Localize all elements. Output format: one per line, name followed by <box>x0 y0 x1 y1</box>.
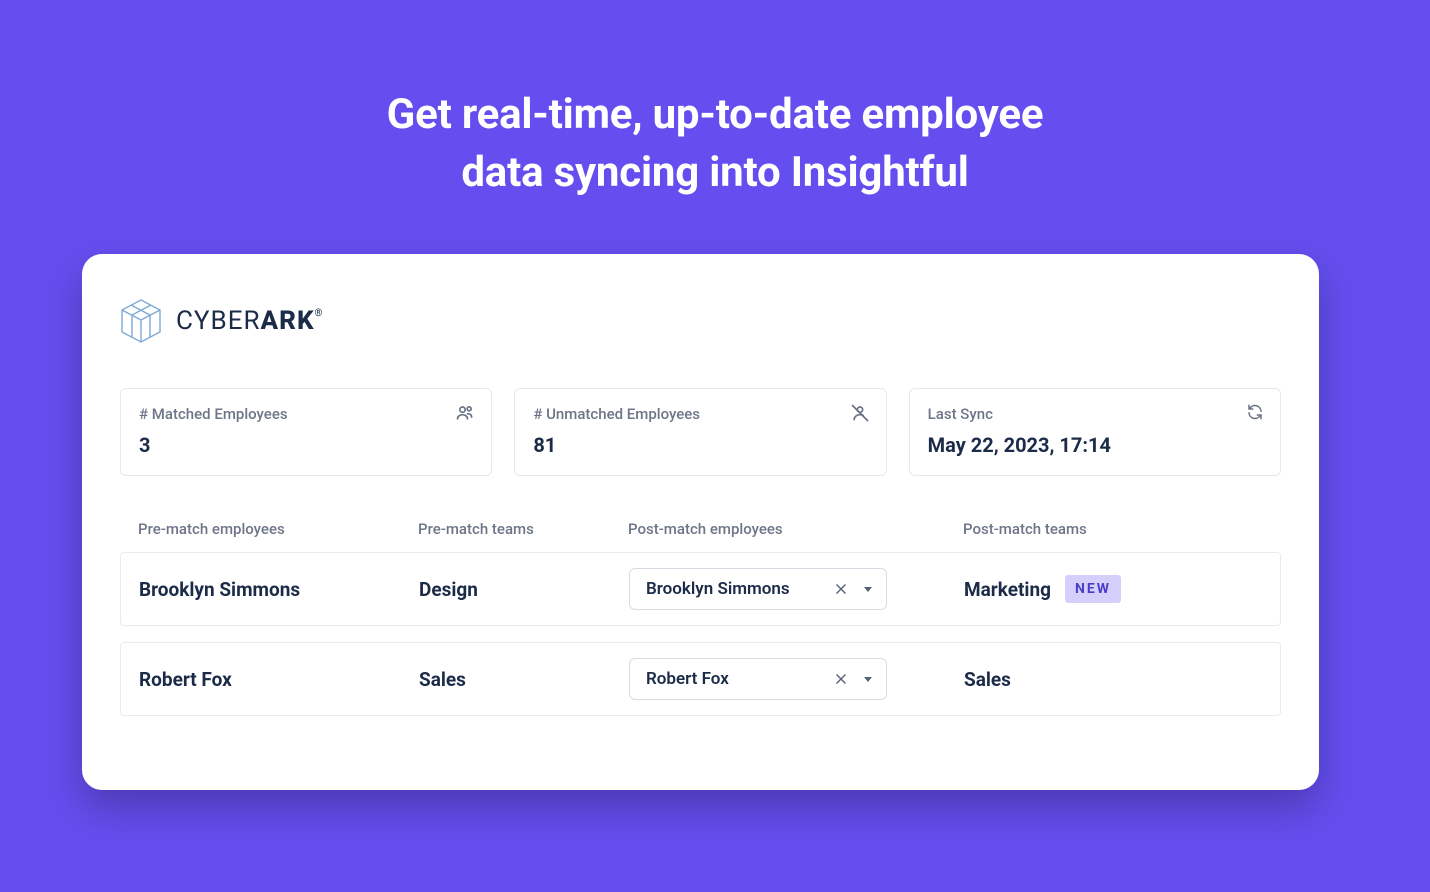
match-table: Pre-match employees Pre-match teams Post… <box>120 510 1281 716</box>
brand-name-bold: ARK <box>261 306 315 336</box>
stat-matched-label: # Matched Employees <box>139 405 473 423</box>
post-emp-select[interactable]: Brooklyn Simmons <box>629 568 887 610</box>
select-value: Brooklyn Simmons <box>646 579 790 599</box>
chevron-down-icon[interactable] <box>862 673 874 685</box>
title-line-1: Get real-time, up-to-date employee <box>387 90 1044 139</box>
pre-team: Design <box>401 578 611 601</box>
col-post-team: Post-match teams <box>945 510 1281 552</box>
table-body: Brooklyn Simmons Design Brooklyn Simmons <box>120 552 1281 716</box>
chevron-down-icon[interactable] <box>862 583 874 595</box>
stat-unmatched: # Unmatched Employees 81 <box>514 388 886 476</box>
stat-unmatched-label: # Unmatched Employees <box>533 405 867 423</box>
table-row: Robert Fox Sales Robert Fox <box>120 642 1281 716</box>
clear-icon[interactable] <box>834 582 848 596</box>
post-team-cell: Sales <box>946 668 1280 691</box>
sync-icon[interactable] <box>1246 403 1264 425</box>
stat-last-sync: Last Sync May 22, 2023, 17:14 <box>909 388 1281 476</box>
post-emp-cell: Robert Fox <box>611 658 946 700</box>
pre-emp: Robert Fox <box>121 668 401 691</box>
pre-team: Sales <box>401 668 611 691</box>
new-badge: NEW <box>1065 575 1121 603</box>
stat-matched: # Matched Employees 3 <box>120 388 492 476</box>
page-title: Get real-time, up-to-date employee data … <box>0 86 1430 202</box>
post-emp-select[interactable]: Robert Fox <box>629 658 887 700</box>
table-row: Brooklyn Simmons Design Brooklyn Simmons <box>120 552 1281 626</box>
stat-last-sync-label: Last Sync <box>928 405 1262 423</box>
select-value: Robert Fox <box>646 669 729 689</box>
col-post-emp: Post-match employees <box>610 510 945 552</box>
select-actions <box>834 582 874 596</box>
title-line-2: data syncing into Insightful <box>461 148 968 197</box>
col-pre-team: Pre-match teams <box>400 510 610 552</box>
table-head: Pre-match employees Pre-match teams Post… <box>120 510 1281 552</box>
hero: Get real-time, up-to-date employee data … <box>0 0 1430 202</box>
stat-matched-value: 3 <box>139 433 473 457</box>
select-actions <box>834 672 874 686</box>
registered-mark-icon: ® <box>315 308 324 319</box>
person-off-icon <box>850 403 870 427</box>
pre-emp: Brooklyn Simmons <box>121 578 401 601</box>
post-team: Marketing <box>964 578 1051 601</box>
stats-row: # Matched Employees 3 # Unmatched Employ… <box>120 388 1281 476</box>
brand-name: CYBERARK® <box>176 306 323 336</box>
post-team-cell: Marketing NEW <box>946 575 1280 603</box>
clear-icon[interactable] <box>834 672 848 686</box>
post-emp-cell: Brooklyn Simmons <box>611 568 946 610</box>
cyberark-logo-icon <box>120 298 162 344</box>
brand-name-light: CYBER <box>176 306 261 336</box>
col-pre-emp: Pre-match employees <box>120 510 400 552</box>
integration-card: CYBERARK® # Matched Employees 3 # Unmatc… <box>82 254 1319 790</box>
brand: CYBERARK® <box>120 298 1281 344</box>
stat-last-sync-value: May 22, 2023, 17:14 <box>928 433 1262 457</box>
people-icon <box>455 403 475 427</box>
post-team: Sales <box>964 668 1011 691</box>
stat-unmatched-value: 81 <box>533 433 867 457</box>
